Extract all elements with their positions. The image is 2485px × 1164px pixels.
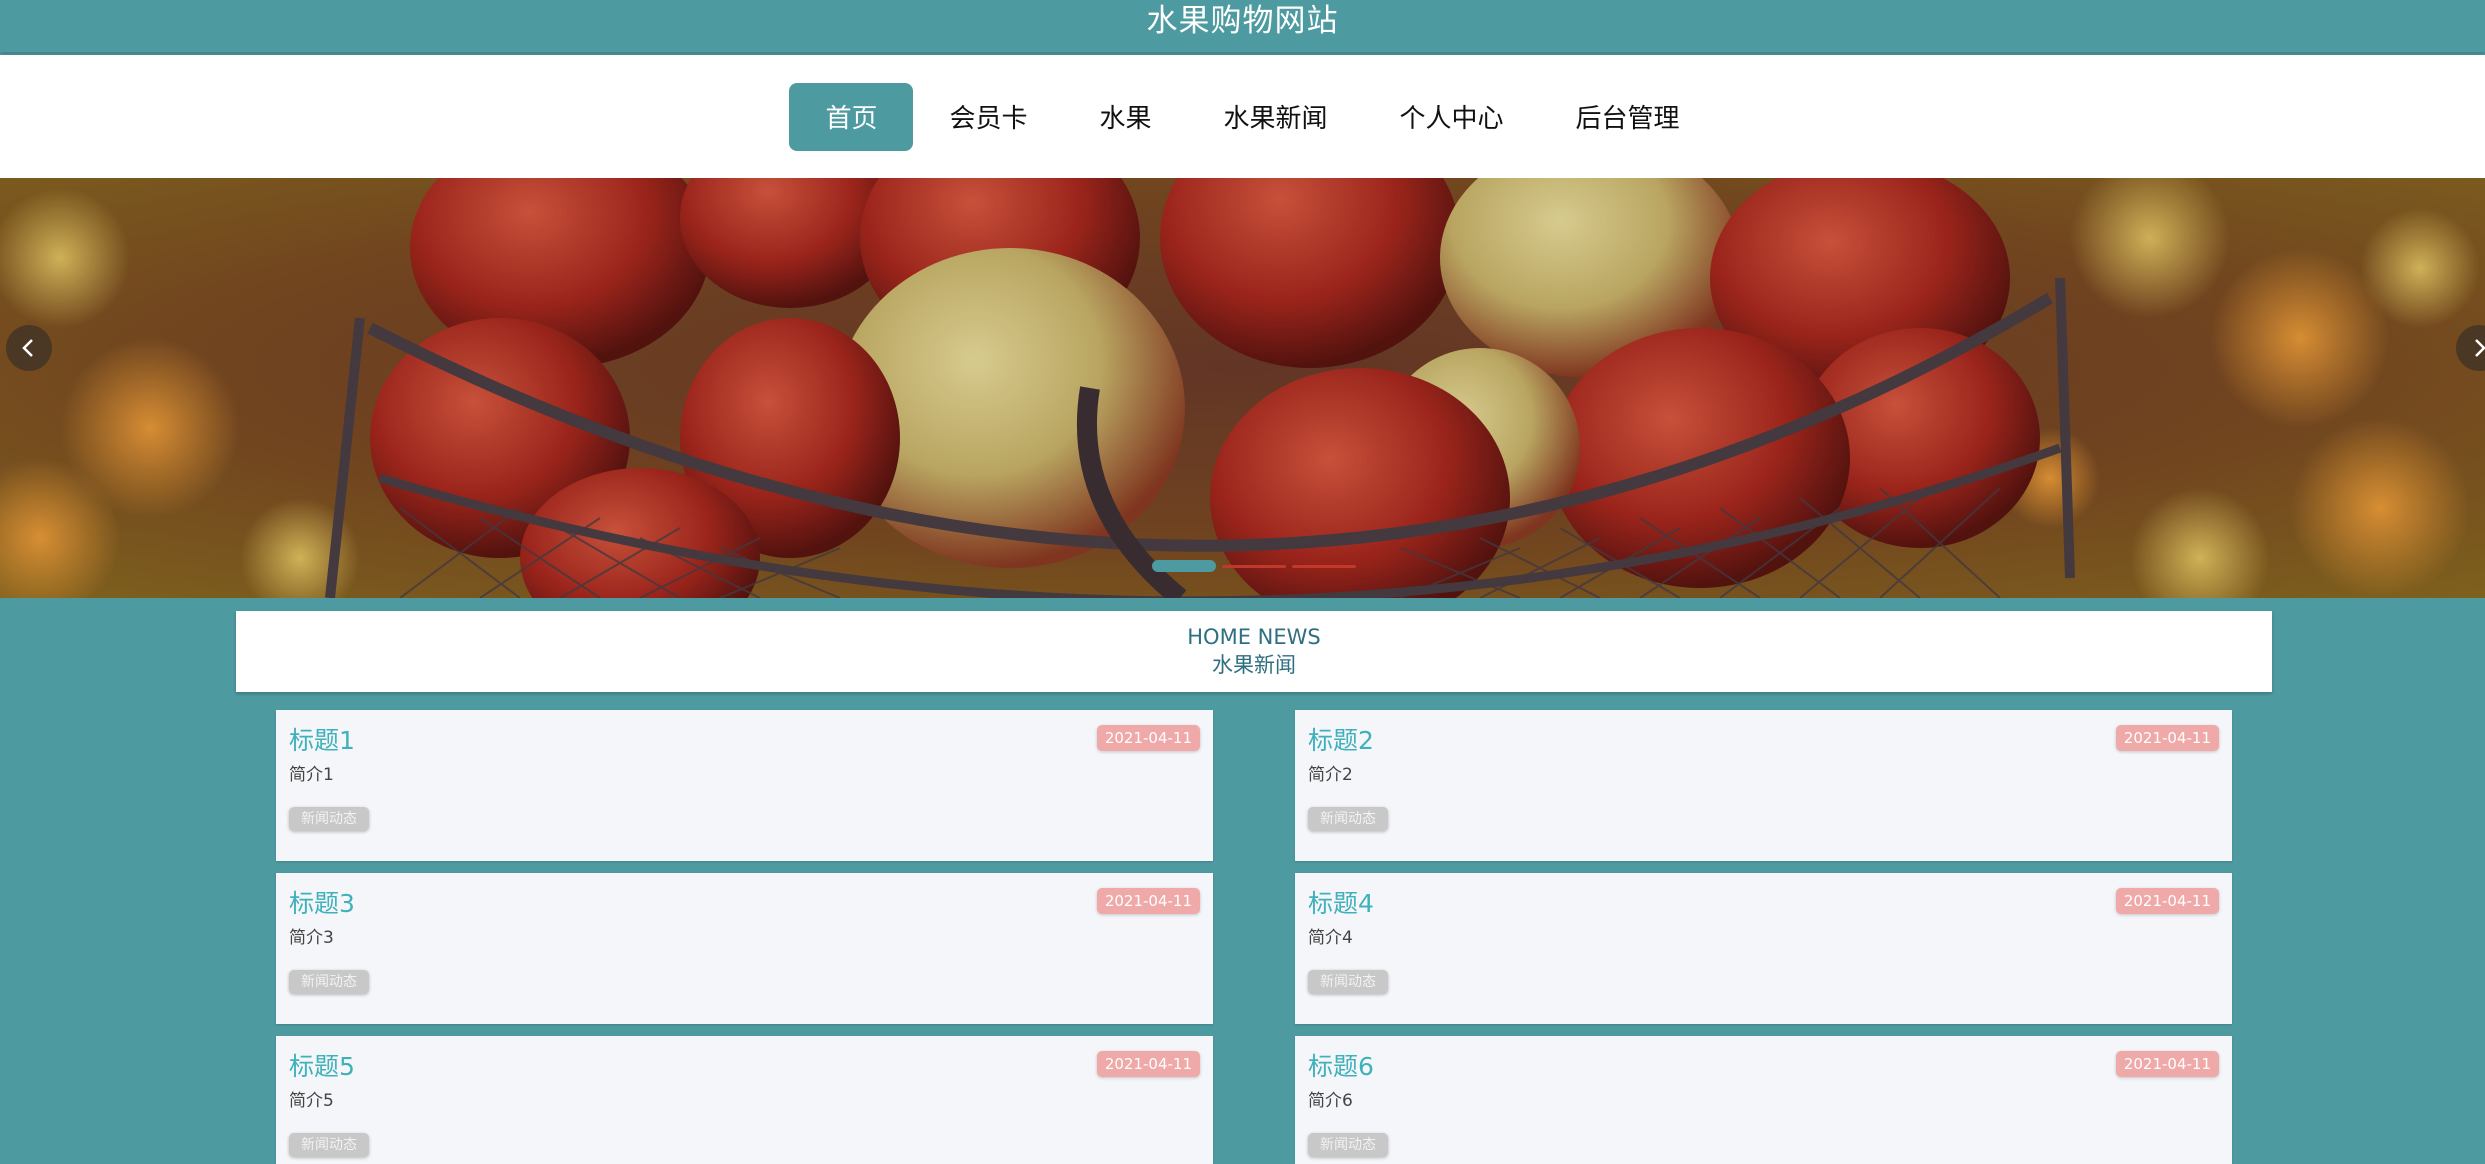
section-title-zh: 水果新闻	[1212, 653, 1296, 677]
news-summary: 简介3	[289, 928, 334, 948]
section-title-en: HOME NEWS	[1187, 625, 1321, 649]
news-date-badge: 2021-04-11	[1096, 1051, 1200, 1077]
nav-item-fruit-news[interactable]: 水果新闻	[1188, 83, 1364, 151]
news-date-badge: 2021-04-11	[1096, 725, 1200, 751]
chevron-left-icon	[22, 339, 33, 357]
carousel-prev-button[interactable]	[6, 325, 52, 371]
news-summary: 简介5	[289, 1091, 334, 1111]
news-title[interactable]: 标题2	[1308, 724, 2219, 758]
news-card[interactable]: 标题5 简介5 新闻动态 2021-04-11	[276, 1036, 1213, 1164]
nav-list: 首页 会员卡 水果 水果新闻 个人中心 后台管理	[789, 82, 1716, 151]
news-title[interactable]: 标题3	[289, 887, 1200, 921]
news-card[interactable]: 标题2 简介2 新闻动态 2021-04-11	[1295, 710, 2232, 861]
news-title[interactable]: 标题1	[289, 724, 1200, 758]
nav-item-home[interactable]: 首页	[789, 82, 914, 151]
news-title[interactable]: 标题6	[1308, 1050, 2219, 1084]
news-card[interactable]: 标题3 简介3 新闻动态 2021-04-11	[276, 873, 1213, 1024]
news-summary: 简介4	[1308, 928, 1353, 948]
chevron-right-icon	[2475, 339, 2485, 357]
nav-item-personal-center[interactable]: 个人中心	[1364, 83, 1540, 151]
news-category-tag: 新闻动态	[1308, 807, 1388, 831]
site-header: 水果购物网站	[0, 0, 2485, 52]
carousel-dot-1[interactable]	[1152, 560, 1216, 572]
main-nav: 首页 会员卡 水果 水果新闻 个人中心 后台管理	[0, 55, 2485, 178]
carousel-dot-3[interactable]	[1292, 564, 1356, 568]
news-section-header: HOME NEWS 水果新闻	[236, 611, 2272, 692]
banner-image	[0, 178, 2485, 598]
news-title[interactable]: 标题5	[289, 1050, 1200, 1084]
news-date-badge: 2021-04-11	[2115, 725, 2219, 751]
news-card[interactable]: 标题6 简介6 新闻动态 2021-04-11	[1295, 1036, 2232, 1164]
site-title: 水果购物网站	[1146, 3, 1339, 39]
news-category-tag: 新闻动态	[289, 1133, 369, 1157]
news-category-tag: 新闻动态	[289, 970, 369, 994]
news-card[interactable]: 标题1 简介1 新闻动态 2021-04-11	[276, 710, 1213, 861]
news-date-badge: 2021-04-11	[2115, 888, 2219, 914]
news-category-tag: 新闻动态	[289, 807, 369, 831]
news-date-badge: 2021-04-11	[1096, 888, 1200, 914]
carousel-dot-2[interactable]	[1222, 564, 1286, 568]
news-category-tag: 新闻动态	[1308, 1133, 1388, 1157]
news-list: 标题1 简介1 新闻动态 2021-04-11 标题2 简介2 新闻动态 202…	[276, 710, 2232, 1164]
news-title[interactable]: 标题4	[1308, 887, 2219, 921]
banner-carousel	[0, 178, 2485, 598]
news-card[interactable]: 标题4 简介4 新闻动态 2021-04-11	[1295, 873, 2232, 1024]
news-summary: 简介1	[289, 765, 334, 785]
news-summary: 简介6	[1308, 1091, 1353, 1111]
news-category-tag: 新闻动态	[1308, 970, 1388, 994]
nav-item-admin[interactable]: 后台管理	[1540, 83, 1716, 151]
nav-item-member-card[interactable]: 会员卡	[913, 83, 1063, 151]
nav-item-fruit[interactable]: 水果	[1063, 83, 1187, 151]
news-summary: 简介2	[1308, 765, 1353, 785]
carousel-indicators	[1152, 560, 1356, 572]
news-date-badge: 2021-04-11	[2115, 1051, 2219, 1077]
